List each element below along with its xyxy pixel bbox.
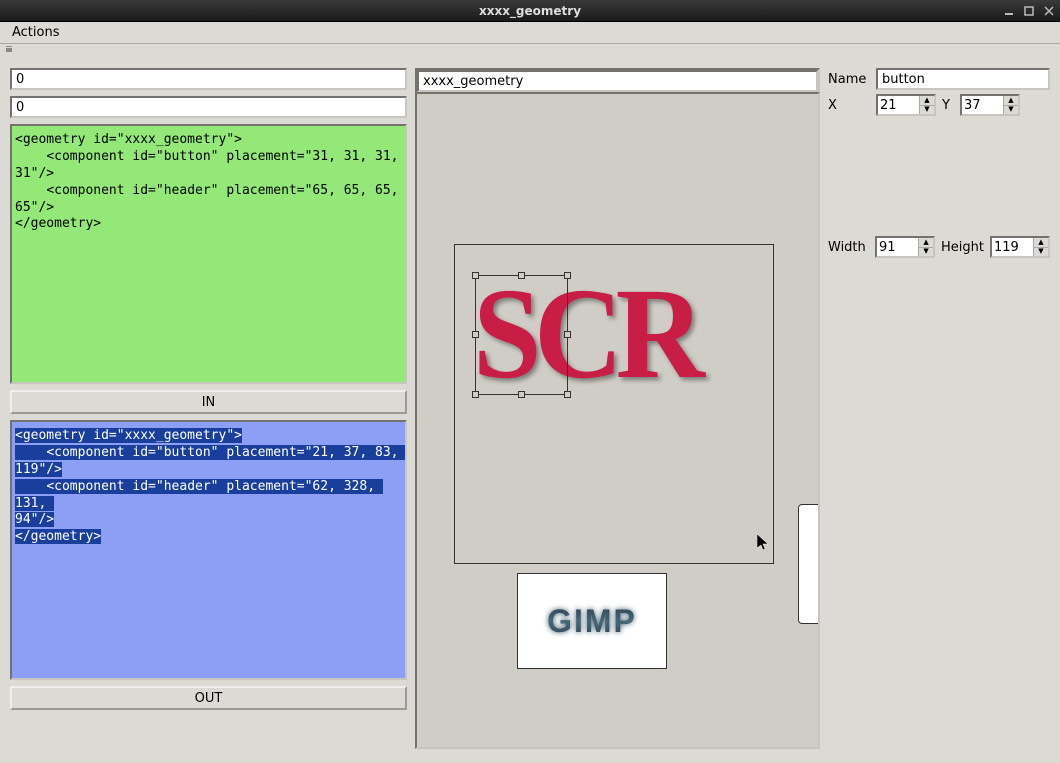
gimp-label: GIMP	[547, 603, 637, 640]
out-line-0: <geometry id="xxxx_geometry">	[15, 428, 242, 443]
name-label: Name	[828, 72, 870, 87]
height-spin-input[interactable]	[992, 238, 1033, 256]
resize-handle-ml[interactable]	[472, 331, 479, 338]
out-line-1: <component id="button" placement="21, 37…	[15, 445, 406, 477]
resize-handle-bl[interactable]	[472, 391, 479, 398]
left-column: <geometry id="xxxx_geometry"> <component…	[10, 68, 407, 749]
resize-handle-tm[interactable]	[518, 272, 525, 279]
middle-column: SCR GIMP	[415, 68, 820, 749]
left-input-1[interactable]	[10, 68, 407, 90]
arrow-down-icon[interactable]: ▼	[1034, 248, 1048, 257]
maximize-icon[interactable]	[1022, 4, 1036, 18]
width-spin-input[interactable]	[877, 238, 918, 256]
arrow-down-icon[interactable]: ▼	[920, 106, 934, 115]
selection-box[interactable]	[475, 275, 568, 395]
cursor-icon	[757, 534, 769, 552]
main-window: xxxx_geometry Actions <geometry id="xxxx…	[0, 0, 1060, 763]
canvas[interactable]: SCR GIMP	[415, 92, 820, 749]
out-button[interactable]: OUT	[10, 686, 407, 710]
left-input-2[interactable]	[10, 96, 407, 118]
out-line-3: 94"/>	[15, 512, 54, 527]
resize-handle-mr[interactable]	[564, 331, 571, 338]
arrow-up-icon[interactable]: ▲	[919, 238, 933, 248]
menubar: Actions	[0, 22, 1060, 44]
resize-handle-br[interactable]	[564, 391, 571, 398]
window-title: xxxx_geometry	[0, 4, 1060, 18]
x-spin-input[interactable]	[878, 96, 919, 114]
arrow-up-icon[interactable]: ▲	[1034, 238, 1048, 248]
arrow-down-icon[interactable]: ▼	[919, 248, 933, 257]
width-label: Width	[828, 240, 869, 255]
in-button[interactable]: IN	[10, 390, 407, 414]
width-spinbox[interactable]: ▲▼	[875, 236, 935, 258]
toolbar-grip[interactable]	[0, 44, 1060, 54]
xml-out-box[interactable]: <geometry id="xxxx_geometry"> <component…	[10, 420, 407, 680]
height-label: Height	[941, 240, 984, 255]
x-label: X	[828, 98, 870, 113]
arrow-up-icon[interactable]: ▲	[1004, 96, 1018, 106]
arrow-down-icon[interactable]: ▼	[1004, 106, 1018, 115]
client-area: <geometry id="xxxx_geometry"> <component…	[0, 54, 1060, 763]
y-spin-input[interactable]	[962, 96, 1003, 114]
close-icon[interactable]	[1042, 4, 1056, 18]
resize-handle-tl[interactable]	[472, 272, 479, 279]
name-input[interactable]	[876, 68, 1050, 90]
arrow-up-icon[interactable]: ▲	[920, 96, 934, 106]
preview-panel: SCR GIMP	[415, 68, 820, 749]
minimize-icon[interactable]	[1002, 4, 1016, 18]
preview-title-input[interactable]	[417, 70, 818, 92]
x-spinbox[interactable]: ▲▼	[876, 94, 936, 116]
out-line-4: </geometry>	[15, 529, 101, 544]
y-label: Y	[942, 98, 954, 113]
resize-handle-tr[interactable]	[564, 272, 571, 279]
menu-actions[interactable]: Actions	[6, 23, 66, 42]
partial-thumbnail[interactable]	[798, 504, 820, 624]
height-spinbox[interactable]: ▲▼	[990, 236, 1050, 258]
out-line-2: <component id="header" placement="62, 32…	[15, 479, 383, 511]
xml-in-box[interactable]: <geometry id="xxxx_geometry"> <component…	[10, 124, 407, 384]
gimp-thumbnail[interactable]: GIMP	[517, 573, 667, 669]
window-buttons	[1002, 4, 1056, 18]
resize-handle-bm[interactable]	[518, 391, 525, 398]
y-spinbox[interactable]: ▲▼	[960, 94, 1020, 116]
titlebar[interactable]: xxxx_geometry	[0, 0, 1060, 22]
properties-panel: Name X ▲▼ Y ▲▼ Wi	[828, 68, 1050, 749]
